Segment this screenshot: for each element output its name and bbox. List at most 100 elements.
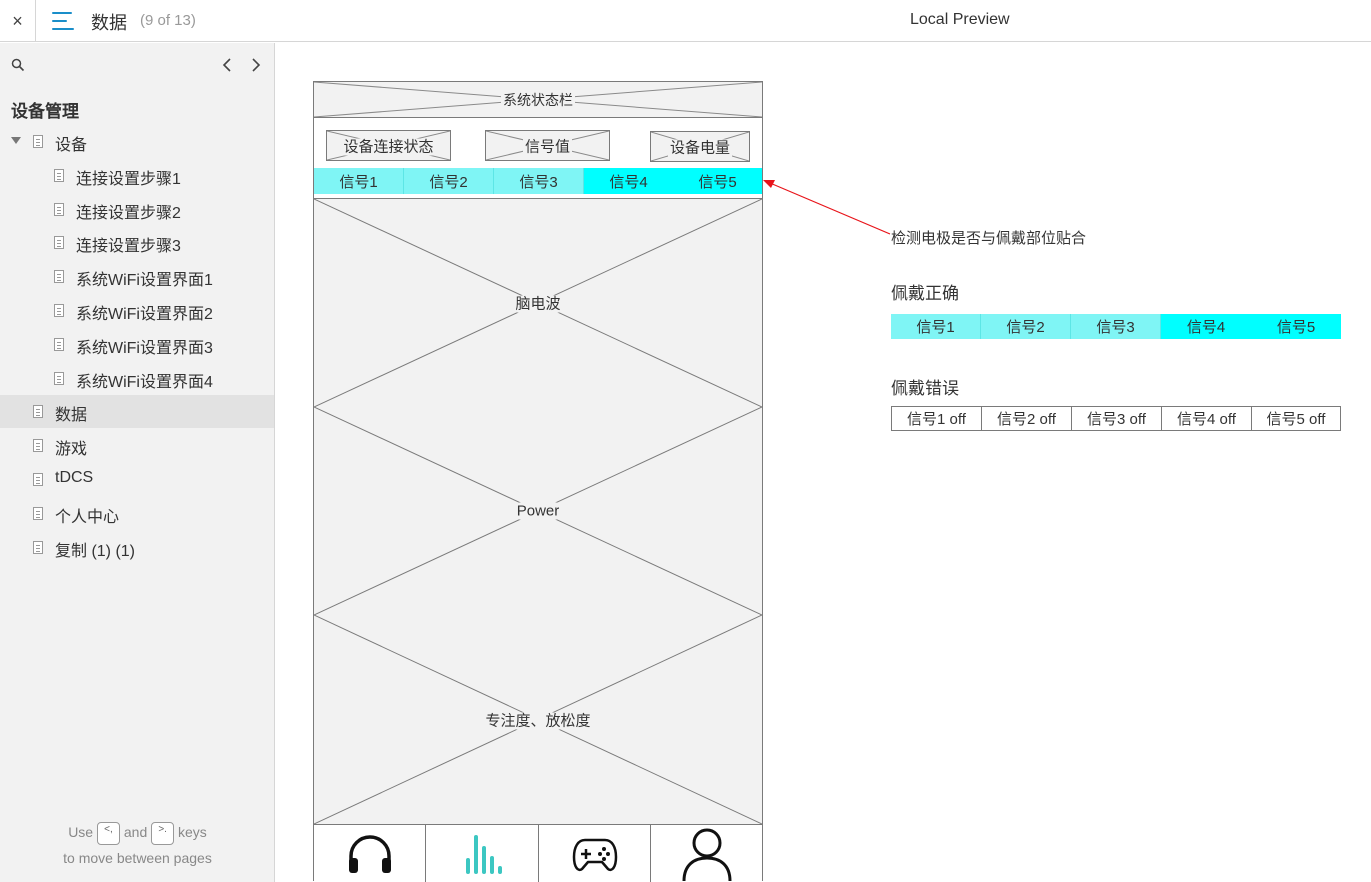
page-icon — [54, 202, 64, 216]
sidebar-item[interactable]: tDCS — [0, 463, 274, 496]
page-icon — [33, 473, 43, 486]
page-icon — [33, 540, 43, 554]
hint-text: and — [123, 824, 148, 840]
status-bar-label: 系统状态栏 — [501, 91, 575, 108]
sidebar-item[interactable]: 连接设置步骤1 — [0, 159, 274, 192]
signal-5[interactable]: 信号5 — [673, 168, 762, 194]
key-prev-icon: <, — [96, 821, 120, 845]
hint-text: to move between pages — [63, 850, 212, 866]
page-icon — [54, 337, 64, 351]
signal-4[interactable]: 信号4 — [584, 168, 673, 194]
sidebar-item[interactable]: 游戏 — [0, 429, 274, 462]
bottom-tab-bar — [314, 824, 762, 882]
phone-wireframe: 系统状态栏 设备连接状态 信号值 设备电量 信号1 信号2 信号3 信号4 信号… — [313, 81, 763, 882]
page-icon — [33, 439, 43, 453]
page-icon — [54, 168, 64, 182]
correct-signal-1: 信号1 — [891, 314, 981, 339]
button-label: 信号值 — [522, 138, 572, 155]
page-icon — [33, 135, 43, 148]
hint-text: keys — [178, 824, 207, 840]
gamepad-icon — [572, 838, 617, 871]
sidebar-item-label: 个人中心 — [55, 508, 120, 526]
correct-signal-4: 信号4 — [1161, 314, 1251, 339]
caret-down-icon[interactable] — [11, 137, 21, 144]
device-battery-button[interactable]: 设备电量 — [650, 131, 750, 162]
tab-data[interactable] — [426, 825, 539, 882]
page-icon — [54, 236, 64, 250]
sidebar-item[interactable]: 连接设置步骤3 — [0, 226, 274, 259]
tab-device[interactable] — [314, 825, 426, 882]
sidebar-item[interactable]: 复制 (1) (1) — [0, 531, 274, 564]
sidebar-item[interactable]: 系统WiFi设置界面2 — [0, 294, 274, 327]
annotation-text: 检测电极是否与佩戴部位贴合 — [891, 230, 1087, 247]
chevron-left-icon — [222, 58, 231, 72]
signal-3[interactable]: 信号3 — [494, 168, 584, 194]
correct-signal-3: 信号3 — [1071, 314, 1161, 339]
sidebar-item[interactable]: 系统WiFi设置界面4 — [0, 362, 274, 395]
sidebar-item-label: 系统WiFi设置界面2 — [76, 306, 213, 323]
close-button[interactable]: × — [0, 0, 36, 42]
sidebar-item[interactable]: 系统WiFi设置界面1 — [0, 260, 274, 293]
wrong-signal-3: 信号3 off — [1071, 406, 1162, 431]
device-connection-button[interactable]: 设备连接状态 — [326, 130, 451, 161]
wrong-title: 佩戴错误 — [891, 379, 959, 398]
sidebar-item-label: 复制 (1) (1) — [55, 542, 136, 560]
wrong-signal-2: 信号2 off — [981, 406, 1072, 431]
wrong-signal-4: 信号4 off — [1161, 406, 1252, 431]
search-icon[interactable] — [11, 58, 25, 72]
sidebar-item-label: 数据 — [55, 407, 88, 425]
sidebar-item-label: 游戏 — [55, 441, 88, 459]
top-bar: × 数据 (9 of 13) Local Preview — [0, 0, 1371, 42]
sidebar: 设备管理 设备连接设置步骤1 连接设置步骤2 连接设置步骤3 系统WiFi设置界面1 系… — [0, 43, 275, 882]
sidebar-item-label: 系统WiFi设置界面4 — [76, 373, 213, 391]
annotation-arrow — [763, 180, 891, 235]
next-page-button[interactable] — [248, 55, 264, 75]
tab-profile[interactable] — [651, 825, 762, 882]
user-icon — [682, 828, 731, 881]
correct-signal-row: 信号1 信号2 信号3 信号4 信号5 — [891, 314, 1341, 339]
sidebar-item[interactable]: 连接设置步骤2 — [0, 193, 274, 226]
signal-2[interactable]: 信号2 — [404, 168, 494, 194]
prev-page-button[interactable] — [219, 55, 235, 75]
signal-1[interactable]: 信号1 — [314, 168, 404, 194]
page-icon — [54, 371, 64, 385]
page-count: (9 of 13) — [140, 12, 196, 29]
sidebar-item-label: 连接设置步骤1 — [76, 170, 181, 188]
correct-signal-2: 信号2 — [981, 314, 1071, 339]
power-panel: Power — [314, 407, 762, 616]
page-icon — [54, 270, 64, 284]
sidebar-item[interactable]: 设备 — [0, 125, 274, 158]
page-icon — [54, 304, 64, 317]
button-label: 设备电量 — [667, 139, 732, 156]
key-next-icon: >. — [151, 821, 175, 845]
sidebar-item[interactable]: 数据 — [0, 395, 274, 429]
menu-icon[interactable] — [50, 10, 76, 32]
wrong-signal-5: 信号5 off — [1251, 406, 1341, 431]
sidebar-item[interactable]: 系统WiFi设置界面3 — [0, 328, 274, 361]
status-bar-placeholder: 系统状态栏 — [314, 82, 762, 118]
sidebar-item-label: tDCS — [55, 469, 94, 486]
bar-chart-icon — [466, 834, 502, 874]
keyboard-hint: Use <, and >. keys to move between pages — [0, 819, 275, 871]
wrong-signal-1: 信号1 off — [891, 406, 982, 431]
panel-label: Power — [514, 502, 562, 520]
page-icon — [33, 506, 43, 520]
sidebar-item-label: 连接设置步骤3 — [76, 238, 181, 256]
page-title: 数据 — [91, 13, 127, 33]
correct-title: 佩戴正确 — [891, 284, 959, 303]
preview-title: Local Preview — [910, 11, 1010, 28]
eeg-panel: 脑电波 — [314, 198, 762, 408]
hint-text: Use — [68, 824, 94, 840]
panel-label: 专注度、放松度 — [483, 712, 593, 729]
sidebar-item-label: 系统WiFi设置界面3 — [76, 339, 213, 357]
signal-row: 信号1 信号2 信号3 信号4 信号5 — [314, 168, 762, 194]
tree-root[interactable]: 设备管理 — [11, 97, 79, 122]
wrong-signal-row: 信号1 off 信号2 off 信号3 off 信号4 off 信号5 off — [891, 406, 1342, 431]
focus-relax-panel: 专注度、放松度 — [314, 615, 762, 825]
signal-value-button[interactable]: 信号值 — [485, 130, 610, 161]
headphones-icon — [348, 834, 391, 873]
correct-signal-5: 信号5 — [1251, 314, 1341, 339]
tab-game[interactable] — [539, 825, 651, 882]
sidebar-item[interactable]: 个人中心 — [0, 497, 274, 530]
page-icon — [33, 405, 43, 419]
